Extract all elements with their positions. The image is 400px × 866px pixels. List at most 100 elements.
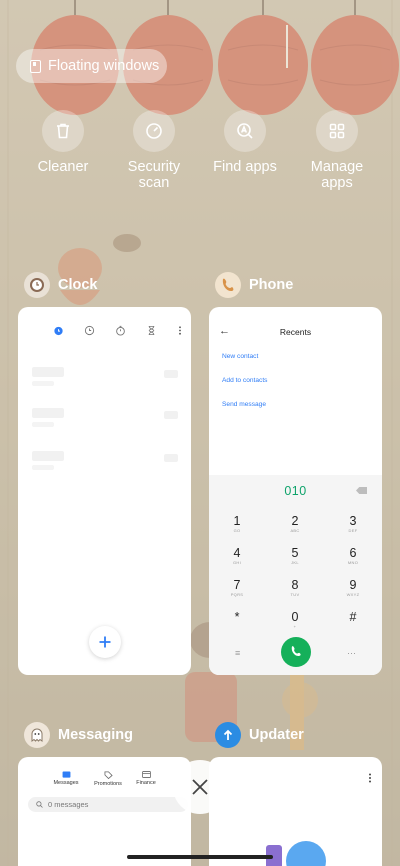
dial-key-digit: 2: [291, 514, 299, 528]
messaging-app-card[interactable]: Messages Promotions Finance 0 messages: [18, 757, 191, 866]
dial-key-digit: 5: [291, 546, 299, 560]
alarm-row-placeholder: [32, 451, 178, 473]
dial-key-digit: *: [234, 610, 240, 624]
card-icon: [141, 771, 151, 778]
manage-apps-button[interactable]: Manage apps: [292, 110, 382, 191]
security-scan-icon: [133, 110, 175, 152]
dial-key-digit: #: [349, 610, 357, 624]
find-apps-icon: [224, 110, 266, 152]
dial-key-letters: GHI: [232, 560, 241, 565]
updater-app-name: Updater: [249, 727, 304, 743]
close-icon: [192, 779, 208, 795]
tab-promotions-label: Promotions: [94, 781, 122, 787]
dial-key-digit: 0: [291, 610, 299, 624]
message-search-placeholder: 0 messages: [48, 800, 89, 809]
timer-icon[interactable]: [146, 325, 157, 336]
stopwatch-icon[interactable]: [115, 325, 126, 336]
dial-key-letters: ABC: [290, 528, 300, 533]
add-to-contacts-link[interactable]: Add to contacts: [222, 377, 267, 384]
dial-key-6[interactable]: 6 MNO: [335, 547, 371, 566]
floating-window-icon: [30, 59, 41, 73]
messaging-app-header[interactable]: Messaging: [24, 722, 133, 748]
manage-apps-label: Manage apps: [310, 159, 364, 191]
dial-key-4[interactable]: 4 GHI: [219, 547, 255, 566]
find-apps-label: Find apps: [213, 159, 277, 175]
floating-windows-button[interactable]: Floating windows: [16, 49, 167, 83]
dial-key-digit: 8: [291, 578, 299, 592]
dial-key-letters: GO: [233, 528, 241, 533]
dial-key-hash[interactable]: #: [335, 611, 371, 624]
dial-key-digit: 4: [233, 546, 241, 560]
dial-key-7[interactable]: 7 PQRS: [219, 579, 255, 598]
grid-icon: [316, 110, 358, 152]
dial-key-letters: WXYZ: [346, 592, 360, 597]
menu-icon[interactable]: ≡: [235, 648, 240, 658]
world-clock-icon[interactable]: [84, 325, 95, 336]
messaging-app-icon: [24, 722, 50, 748]
alarm-icon[interactable]: [53, 325, 64, 336]
phone-icon: [291, 646, 301, 656]
miui-logo: [266, 841, 326, 866]
call-button[interactable]: [281, 637, 311, 667]
phone-app-header[interactable]: Phone: [215, 272, 293, 298]
cleaner-button[interactable]: Cleaner: [18, 110, 108, 175]
dial-key-letters: TUV: [290, 592, 300, 597]
dial-key-letters: MNO: [347, 560, 359, 565]
dial-key-digit: 6: [349, 546, 357, 560]
home-indicator[interactable]: [127, 855, 273, 859]
dial-key-digit: 3: [349, 514, 357, 528]
updater-app-header[interactable]: Updater: [215, 722, 304, 748]
search-icon: [36, 801, 43, 808]
dial-key-1[interactable]: 1 GO: [219, 515, 255, 534]
clock-app-name: Clock: [58, 277, 98, 293]
more-options-icon[interactable]: [368, 773, 372, 783]
clock-app-card[interactable]: [18, 307, 191, 675]
dial-key-digit: 9: [349, 578, 357, 592]
dial-key-star[interactable]: *: [219, 611, 255, 624]
dial-key-digit: 7: [233, 578, 241, 592]
tab-finance[interactable]: Finance: [126, 771, 166, 786]
tab-messages[interactable]: Messages: [46, 771, 86, 786]
add-alarm-button[interactable]: [89, 626, 121, 658]
messaging-app-name: Messaging: [58, 727, 133, 743]
clock-app-icon: [24, 272, 50, 298]
dial-key-3[interactable]: 3 DEF: [335, 515, 371, 534]
find-apps-button[interactable]: Find apps: [200, 110, 290, 175]
tab-promotions[interactable]: Promotions: [88, 771, 128, 787]
updater-app-icon: [215, 722, 241, 748]
tab-messages-label: Messages: [53, 780, 79, 786]
phone-app-name: Phone: [249, 277, 294, 293]
clock-tab-bar: [53, 325, 183, 336]
security-scan-button[interactable]: Security scan: [109, 110, 199, 191]
message-search-field[interactable]: 0 messages: [28, 797, 188, 812]
dial-key-5[interactable]: 5 JKL: [277, 547, 313, 566]
dialpad: 010 1 GO 2 ABC 3 DEF 4 GHI 5 JKL 6 MNO 7 PQRS 8…: [209, 475, 382, 675]
dial-key-9[interactable]: 9 WXYZ: [335, 579, 371, 598]
dial-key-2[interactable]: 2 ABC: [277, 515, 313, 534]
alarm-row-placeholder: [32, 408, 178, 430]
new-contact-link[interactable]: New contact: [222, 353, 258, 360]
send-message-link[interactable]: Send message: [222, 401, 266, 408]
phone-app-icon: [215, 272, 241, 298]
recents-title: Recents: [279, 327, 312, 337]
dialpad-toggle-icon[interactable]: ⋯: [347, 648, 356, 659]
dial-key-letters: PQRS: [230, 592, 244, 597]
dial-key-letters: JKL: [291, 560, 299, 565]
tab-finance-label: Finance: [136, 780, 156, 786]
clock-app-header[interactable]: Clock: [24, 272, 98, 298]
phone-app-card[interactable]: ← Recents New contact Add to contacts Se…: [209, 307, 382, 675]
clear-all-button[interactable]: [173, 760, 227, 814]
cleaner-label: Cleaner: [37, 159, 89, 175]
updater-app-card[interactable]: [209, 757, 382, 866]
message-icon: [62, 771, 70, 778]
more-options-icon[interactable]: [177, 325, 183, 336]
floating-windows-label: Floating windows: [48, 58, 160, 74]
dialed-number: 010: [284, 484, 307, 498]
plus-icon: [99, 636, 111, 648]
alarm-row-placeholder: [32, 367, 178, 389]
dial-key-letters: DEF: [348, 528, 358, 533]
dial-key-0[interactable]: 0 +: [277, 611, 313, 630]
dial-key-digit: 1: [233, 514, 241, 528]
tag-icon: [104, 771, 113, 780]
dial-key-8[interactable]: 8 TUV: [277, 579, 313, 598]
